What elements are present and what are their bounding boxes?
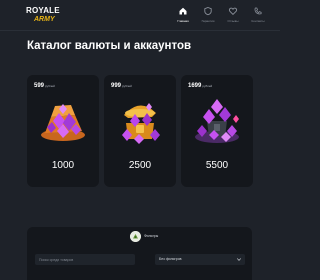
card-amount: 1000 [51,160,75,171]
price-value: 599 [34,83,45,89]
main-nav: Главная Гарантии Отзывы Контакты [170,6,280,28]
gold-chest-purple-gems-icon [122,103,160,144]
product-card-2500[interactable]: 999рублей 2500 [104,75,176,187]
price-value: 999 [111,83,122,89]
nav-label-guarantees: Гарантии [201,19,215,23]
home-icon [179,7,187,15]
nav-item-guarantees[interactable]: Гарантии [195,6,221,28]
card-price: 1699рублей [188,83,212,89]
chevron-down-icon [237,258,241,261]
filter-emblem-icon [130,231,141,242]
site-header: ROYALE ARMY Главная Гарантии Отзывы Конт… [0,0,280,31]
shield-icon [204,7,212,16]
nav-item-home[interactable]: Главная [170,6,196,28]
card-amount: 2500 [128,160,152,171]
contacts-icon [254,7,262,15]
filters-panel: Фильтры Без фильтров [27,227,252,280]
filters-label: Фильтры [144,234,159,238]
filter-select-value: Без фильтров [159,257,182,261]
logo-text-top: ROYALE [26,6,60,15]
heart-icon [228,7,238,16]
nav-label-reviews: Отзывы [227,19,239,23]
price-currency: рублей [202,84,213,88]
search-input[interactable] [35,254,135,265]
price-value: 1699 [188,83,202,89]
royale-army-logo[interactable]: ROYALE ARMY [26,6,60,26]
nav-item-contacts[interactable]: Контакты [245,6,271,28]
purple-gem-pile-icon [195,99,239,143]
product-card-1000[interactable]: 599рублей 1000 [27,75,99,187]
card-price: 999рублей [111,83,132,89]
logo-text-bottom: ARMY [34,16,55,23]
price-currency: рублей [45,84,55,88]
nav-label-contacts: Контакты [251,19,265,23]
nav-item-reviews[interactable]: Отзывы [220,6,246,28]
product-card-5500[interactable]: 1699рублей 5500 [181,75,253,187]
page-title: Каталог валюты и аккаунтов [27,40,192,52]
card-amount: 5500 [205,160,229,171]
purple-gems-orange-box-icon [41,104,85,141]
filter-select[interactable]: Без фильтров [155,254,245,265]
card-price: 599рублей [34,83,55,89]
nav-label-home: Главная [177,19,189,23]
price-currency: рублей [122,84,132,88]
